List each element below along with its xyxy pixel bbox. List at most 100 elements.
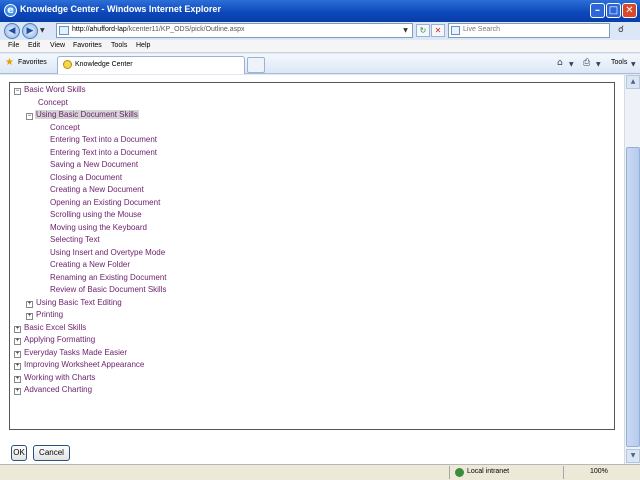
tree-node-label[interactable]: Using Insert and Overtype Mode [49, 248, 166, 257]
tab-page-icon [63, 60, 72, 69]
tree-node: + Printing [26, 310, 64, 320]
ie-logo-icon: e [4, 4, 17, 17]
tree-node-label[interactable]: Basic Word Skills [23, 85, 87, 94]
expand-icon[interactable]: + [14, 338, 21, 345]
expand-icon[interactable]: + [14, 350, 21, 358]
menu-view[interactable]: View [50, 42, 65, 49]
tree-node: Entering Text into a Document [49, 135, 158, 144]
tree-node-label[interactable]: Using Basic Text Editing [35, 298, 123, 307]
favorites-bar: ★ Favorites Knowledge Center ⌂ ▼ ⎙ ▼ Too… [0, 54, 640, 74]
tree-node: − Basic Word Skills [14, 85, 87, 95]
tree-node-label[interactable]: Basic Excel Skills [23, 323, 87, 332]
tree-node-label[interactable]: Entering Text into a Document [49, 135, 158, 144]
tree-node-label[interactable]: Creating a New Folder [49, 260, 131, 269]
scroll-up-icon[interactable]: ▲ [626, 75, 640, 89]
tree-node-label[interactable]: Creating a New Document [49, 185, 145, 194]
tree-node: Moving using the Keyboard [49, 223, 148, 232]
tree-node-label[interactable]: Concept [49, 123, 81, 132]
collapse-icon[interactable]: − [14, 88, 21, 95]
tools-dropdown-icon[interactable]: ▼ [631, 61, 636, 68]
tree-node-label[interactable]: Saving a New Document [49, 160, 139, 169]
expand-icon[interactable]: + [14, 375, 21, 383]
favorites-star-icon[interactable]: ★ [5, 58, 14, 68]
menu-tools[interactable]: Tools [111, 42, 127, 49]
tree-node: − Using Basic Document Skills [26, 110, 139, 120]
tree-node: + Everyday Tasks Made Easier [14, 348, 128, 358]
tree-node: Selecting Text [49, 235, 101, 244]
outline-tree: − Basic Word Skills Concept − Using Basic Do… [9, 82, 615, 430]
scroll-down-icon[interactable]: ▼ [626, 449, 640, 463]
status-bar: Local intranet 100% [0, 464, 640, 480]
vertical-scrollbar[interactable]: ▲ ▼ [624, 75, 640, 464]
tree-node-label[interactable]: Concept [37, 98, 69, 107]
tree-node-label[interactable]: Opening an Existing Document [49, 198, 161, 207]
forward-button[interactable]: ▶ [22, 23, 38, 39]
menu-favorites[interactable]: Favorites [73, 42, 102, 49]
tree-node: + Working with Charts [14, 373, 96, 383]
tree-node-label[interactable]: Scrolling using the Mouse [49, 210, 143, 219]
home-icon[interactable]: ⌂ [557, 58, 563, 68]
stop-button[interactable]: ✕ [431, 24, 445, 37]
search-input[interactable]: Live Search [448, 23, 610, 38]
tree-node: Review of Basic Document Skills [49, 285, 167, 294]
address-url: http://ahufford-lap/kcenter11/KP_ODS/pic… [72, 26, 245, 33]
expand-icon[interactable]: + [14, 363, 21, 370]
tree-node-label[interactable]: Review of Basic Document Skills [49, 285, 167, 294]
address-toolbar: ◀ ▶ ▼ http://ahufford-lap/kcenter11/KP_O… [0, 22, 640, 39]
tree-node-label[interactable]: Selecting Text [49, 235, 101, 244]
maximize-button[interactable]: □ [606, 3, 621, 18]
expand-icon[interactable]: + [26, 300, 33, 308]
menu-edit[interactable]: Edit [28, 42, 40, 49]
tree-node-label[interactable]: Closing a Document [49, 173, 123, 182]
tree-node-label[interactable]: Printing [35, 310, 64, 319]
tree-node-label[interactable]: Everyday Tasks Made Easier [23, 348, 128, 357]
collapse-icon[interactable]: − [26, 113, 33, 120]
new-tab-button[interactable] [247, 57, 265, 73]
refresh-button[interactable]: ↻ [416, 24, 430, 37]
cancel-button[interactable]: Cancel [33, 445, 70, 461]
tree-node-label[interactable]: Using Basic Document Skills [35, 110, 139, 119]
tree-node-label[interactable]: Renaming an Existing Document [49, 273, 168, 282]
history-dropdown-icon[interactable]: ▼ [40, 27, 45, 34]
live-search-icon [451, 26, 460, 35]
tree-node-label[interactable]: Moving using the Keyboard [49, 223, 148, 232]
expand-icon[interactable]: + [14, 388, 21, 395]
tree-node-label[interactable]: Improving Worksheet Appearance [23, 360, 145, 369]
page-icon [59, 26, 69, 35]
home-dropdown-icon[interactable]: ▼ [569, 61, 574, 68]
ok-button[interactable]: OK [11, 445, 27, 461]
tree-node-label[interactable]: Applying Formatting [23, 335, 96, 344]
tree-node-label[interactable]: Entering Text into a Document [49, 148, 158, 157]
status-divider [563, 466, 564, 479]
tree-node: + Advanced Charting [14, 385, 93, 395]
title-bar: e Knowledge Center - Windows Internet Ex… [0, 0, 640, 22]
print-dropdown-icon[interactable]: ▼ [596, 61, 601, 68]
zoom-level[interactable]: 100% [590, 468, 608, 475]
tree-node: Creating a New Folder [49, 260, 131, 269]
back-button[interactable]: ◀ [4, 23, 20, 39]
tree-node: Entering Text into a Document [49, 148, 158, 157]
menu-help[interactable]: Help [136, 42, 150, 49]
scroll-thumb[interactable] [626, 147, 640, 447]
tree-node: Closing a Document [49, 173, 123, 182]
tools-button[interactable]: Tools [611, 59, 627, 66]
menu-file[interactable]: File [8, 42, 19, 49]
close-button[interactable]: ✕ [622, 3, 637, 18]
tree-node: Concept [49, 123, 81, 132]
tree-node: Saving a New Document [49, 160, 139, 169]
tab-knowledge-center[interactable]: Knowledge Center [57, 56, 245, 74]
tree-node: Renaming an Existing Document [49, 273, 168, 282]
window-title: Knowledge Center - Windows Internet Expl… [20, 4, 221, 14]
tree-node: + Applying Formatting [14, 335, 96, 345]
expand-icon[interactable]: + [26, 313, 33, 320]
tree-node-label[interactable]: Advanced Charting [23, 385, 93, 394]
search-button[interactable]: ☌ [614, 23, 628, 38]
address-dropdown-icon[interactable]: ▼ [400, 25, 411, 36]
address-input[interactable]: http://ahufford-lap/kcenter11/KP_ODS/pic… [56, 23, 413, 38]
print-icon[interactable]: ⎙ [583, 58, 590, 68]
favorites-button[interactable]: Favorites [18, 59, 47, 66]
tree-node-label[interactable]: Working with Charts [23, 373, 96, 382]
expand-icon[interactable]: + [14, 325, 21, 333]
minimize-button[interactable]: – [590, 3, 605, 18]
tree-node: Opening an Existing Document [49, 198, 161, 207]
